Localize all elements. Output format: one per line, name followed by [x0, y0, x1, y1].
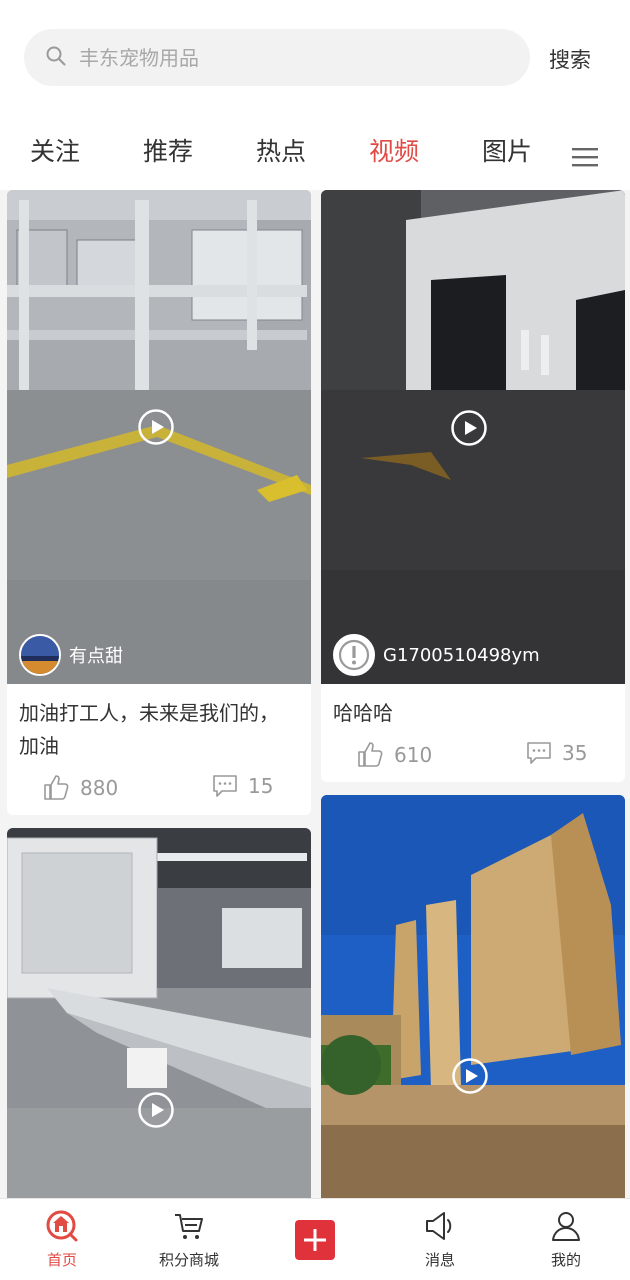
like-count: 880 [80, 775, 119, 800]
comment-stat[interactable]: 15 [212, 774, 273, 798]
tab-pictures[interactable]: 图片 [482, 132, 532, 168]
author[interactable]: 有点甜 [19, 634, 123, 676]
user-icon [552, 1212, 580, 1241]
nav-profile[interactable]: 我的 [516, 1209, 616, 1275]
tab-follow[interactable]: 关注 [30, 132, 80, 168]
nav-messages[interactable]: 消息 [390, 1209, 490, 1275]
comment-icon [213, 775, 237, 797]
bottom-nav: 首页 积分商城 消息 我的 [0, 1198, 630, 1280]
tab-video[interactable]: 视频 [369, 132, 419, 168]
play-icon[interactable] [450, 409, 488, 447]
author-name: G1700510498ym [383, 644, 540, 666]
post-title[interactable]: 哈哈哈 [333, 697, 603, 730]
like-stat[interactable]: 880 [43, 774, 118, 801]
search-input[interactable] [79, 29, 499, 86]
avatar[interactable] [333, 634, 375, 676]
nav-home[interactable]: 首页 [12, 1209, 112, 1275]
author-name: 有点甜 [69, 646, 123, 667]
video-cover[interactable]: G1700510498ym [321, 190, 625, 684]
thumbs-up-icon [44, 775, 69, 800]
stone-forest-image [321, 795, 625, 1198]
tab-recommend[interactable]: 推荐 [143, 132, 193, 168]
header: 搜索 关注 推荐 热点 视频 图片 [0, 0, 630, 190]
conveyor-line-image [7, 828, 311, 1198]
nav-label: 积分商城 [158, 1251, 219, 1269]
category-tabs: 关注 推荐 热点 视频 图片 [0, 132, 630, 182]
search-box[interactable] [24, 29, 530, 86]
nav-label: 我的 [550, 1251, 581, 1269]
video-card[interactable]: 有点甜 加油打工人，未来是我们的，加油 880 15 [7, 190, 311, 815]
author[interactable]: G1700510498ym [333, 634, 540, 676]
search-icon [46, 46, 66, 66]
nav-points-mall[interactable]: 积分商城 [139, 1209, 239, 1275]
thumbs-up-icon [358, 742, 383, 767]
comment-count: 35 [562, 741, 588, 765]
warning-icon [338, 639, 370, 671]
video-card[interactable] [7, 828, 311, 1198]
plus-icon [304, 1229, 326, 1251]
video-card[interactable]: G1700510498ym 哈哈哈 610 35 [321, 190, 625, 782]
comment-count: 15 [248, 774, 274, 798]
video-cover[interactable] [321, 795, 625, 1198]
like-stat[interactable]: 610 [357, 741, 432, 768]
home-icon [46, 1210, 78, 1242]
menu-icon[interactable] [572, 146, 598, 168]
video-card[interactable] [321, 795, 625, 1198]
play-icon[interactable] [137, 408, 175, 446]
video-cover[interactable] [7, 828, 311, 1198]
megaphone-icon [426, 1212, 452, 1240]
like-count: 610 [394, 742, 433, 767]
publish-button[interactable] [295, 1220, 335, 1260]
video-cover[interactable]: 有点甜 [7, 190, 311, 684]
play-icon[interactable] [451, 1057, 489, 1095]
comment-stat[interactable]: 35 [526, 741, 587, 765]
tab-hot[interactable]: 热点 [256, 132, 306, 168]
cart-icon [175, 1214, 203, 1239]
avatar[interactable] [19, 634, 61, 676]
nav-label: 首页 [46, 1251, 77, 1269]
post-title[interactable]: 加油打工人，未来是我们的，加油 [19, 697, 289, 763]
play-icon[interactable] [137, 1091, 175, 1129]
comment-icon [527, 742, 551, 764]
search-button[interactable]: 搜索 [549, 44, 591, 74]
nav-label: 消息 [424, 1251, 455, 1269]
